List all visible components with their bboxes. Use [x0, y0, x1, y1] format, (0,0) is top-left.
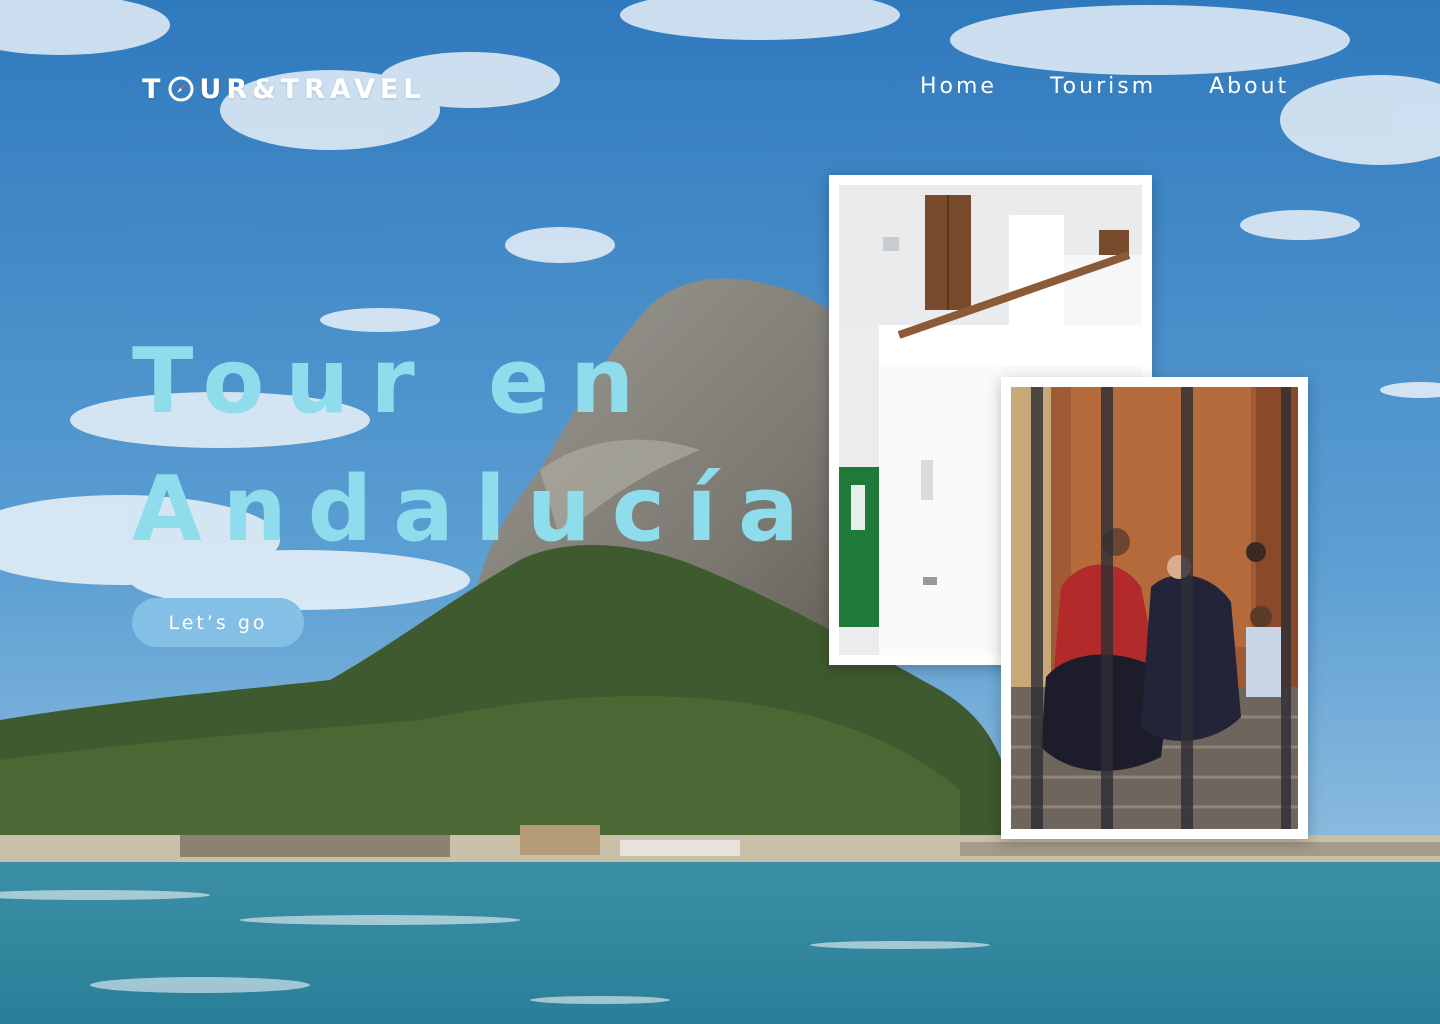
brand-logo[interactable]: T UR&TRAVEL [142, 71, 426, 107]
hero-headline: Tour en Andalucía [132, 318, 820, 574]
headline-line-1: Tour en [132, 329, 656, 434]
lets-go-button[interactable]: Let’s go [132, 598, 304, 647]
logo-text-suffix: UR&TRAVEL [199, 73, 426, 105]
nav-tourism-link[interactable]: Tourism [1050, 72, 1156, 102]
flamenco-image [1011, 387, 1298, 829]
headline-line-2: Andalucía [132, 457, 820, 562]
nav-home-link[interactable]: Home [920, 72, 997, 102]
logo-text-prefix: T [142, 73, 166, 105]
photo-flamenco-dancers[interactable] [1001, 377, 1308, 839]
compass-icon [168, 76, 194, 102]
nav-about-link[interactable]: About [1209, 72, 1289, 102]
main-nav: Home Tourism About [920, 72, 1289, 102]
